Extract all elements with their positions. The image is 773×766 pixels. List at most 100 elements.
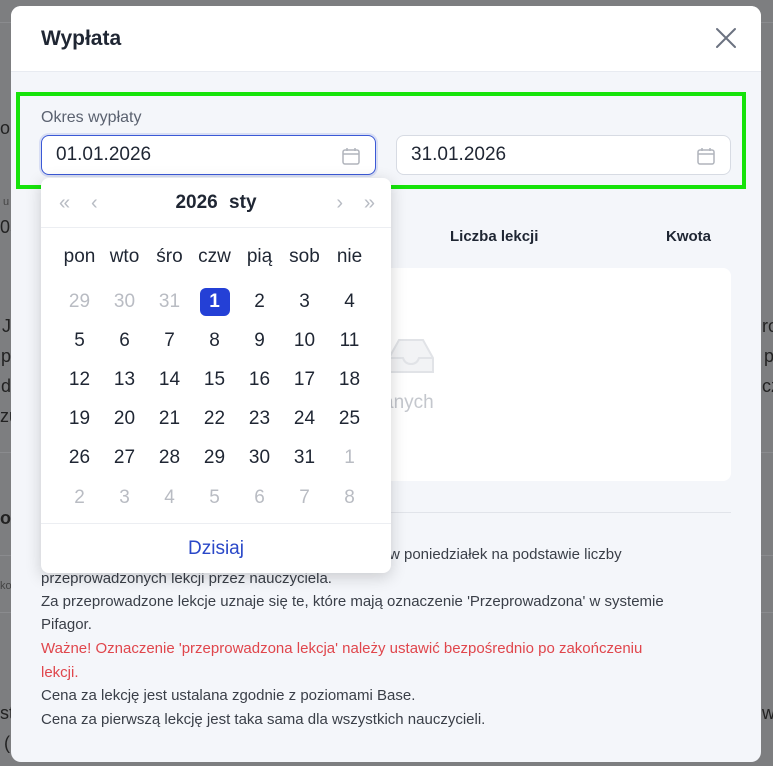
day-number: 10 — [293, 329, 316, 351]
day-cell[interactable]: 30 — [102, 282, 147, 321]
modal-header: Wypłata — [11, 6, 761, 72]
day-number: 15 — [203, 368, 226, 390]
start-date-value: 01.01.2026 — [56, 144, 152, 165]
date-picker: « ‹ 2026 sty › » pon wto śro czw pią sob nie 2… — [41, 178, 391, 573]
day-cell[interactable]: 22 — [192, 400, 237, 439]
calendar-icon — [342, 148, 360, 165]
day-cell[interactable]: 2 — [237, 282, 282, 321]
day-cell[interactable]: 28 — [147, 439, 192, 478]
day-number: 18 — [338, 368, 361, 390]
date-picker-header: « ‹ 2026 sty › » — [41, 178, 391, 228]
day-cell[interactable]: 12 — [57, 360, 102, 399]
day-cell-selected[interactable]: 1 — [192, 282, 237, 321]
weekday-row: pon wto śro czw pią sob nie — [57, 246, 372, 268]
next-year-button[interactable]: » — [364, 192, 375, 215]
day-cell[interactable]: 6 — [102, 321, 147, 360]
day-cell[interactable]: 24 — [282, 400, 327, 439]
background-text: p — [1, 346, 12, 366]
day-cell[interactable]: 1 — [327, 439, 372, 478]
day-cell[interactable]: 18 — [327, 360, 372, 399]
background-text: ko — [0, 580, 12, 592]
day-cell[interactable]: 3 — [102, 478, 147, 517]
day-number: 3 — [299, 290, 310, 312]
weekday-label: sob — [289, 246, 320, 267]
day-cell[interactable]: 8 — [192, 321, 237, 360]
date-picker-footer: Dzisiaj — [41, 523, 391, 573]
year-label[interactable]: 2026 — [175, 192, 217, 213]
day-number: 7 — [299, 486, 310, 508]
today-button[interactable]: Dzisiaj — [188, 538, 244, 560]
day-number: 1 — [344, 447, 355, 469]
weekday-label: czw — [198, 246, 231, 267]
start-date-input[interactable]: 01.01.2026 — [41, 135, 376, 175]
warning-text: Ważne! Oznaczenie 'przeprowadzona lekcja… — [41, 640, 643, 657]
day-cell[interactable]: 25 — [327, 400, 372, 439]
background-text: u — [3, 196, 10, 208]
day-number: 1 — [199, 287, 230, 316]
day-number: 4 — [344, 290, 355, 312]
day-number: 30 — [113, 290, 136, 312]
column-header-lessons: Liczba lekcji — [450, 228, 539, 245]
day-number: 31 — [158, 290, 181, 312]
day-number: 31 — [293, 447, 316, 469]
day-cell[interactable]: 5 — [57, 321, 102, 360]
day-cell[interactable]: 15 — [192, 360, 237, 399]
day-cell[interactable]: 6 — [237, 478, 282, 517]
day-cell[interactable]: 14 — [147, 360, 192, 399]
weekday-label: pią — [246, 246, 273, 267]
day-cell[interactable]: 31 — [282, 439, 327, 478]
day-number: 30 — [248, 447, 271, 469]
day-cell[interactable]: 26 — [57, 439, 102, 478]
day-cell[interactable]: 27 — [102, 439, 147, 478]
day-cell[interactable]: 5 — [192, 478, 237, 517]
day-number: 24 — [293, 408, 316, 430]
day-cell[interactable]: 3 — [282, 282, 327, 321]
day-cell[interactable]: 31 — [147, 282, 192, 321]
day-cell[interactable]: 17 — [282, 360, 327, 399]
day-cell[interactable]: 10 — [282, 321, 327, 360]
day-cell[interactable]: 4 — [327, 282, 372, 321]
background-text: ro — [762, 316, 773, 336]
day-cell[interactable]: 19 — [57, 400, 102, 439]
background-text: w — [762, 703, 773, 723]
day-number: 22 — [203, 408, 226, 430]
day-number: 2 — [254, 290, 265, 312]
day-cell[interactable]: 11 — [327, 321, 372, 360]
day-number: 20 — [113, 408, 136, 430]
weekday-label: śro — [156, 246, 183, 267]
day-cell[interactable]: 29 — [192, 439, 237, 478]
day-number: 27 — [113, 447, 136, 469]
day-number: 5 — [209, 486, 220, 508]
next-month-button[interactable]: › — [336, 192, 343, 215]
end-date-input[interactable]: 31.01.2026 — [396, 135, 731, 175]
day-cell[interactable]: 8 — [327, 478, 372, 517]
month-label[interactable]: sty — [229, 192, 256, 213]
modal-title: Wypłata — [41, 26, 122, 50]
day-number: 12 — [68, 368, 91, 390]
day-number: 5 — [74, 329, 85, 351]
day-cell[interactable]: 29 — [57, 282, 102, 321]
info-text: Cena za lekcję jest ustalana zgodnie z p… — [41, 687, 416, 704]
day-cell[interactable]: 21 — [147, 400, 192, 439]
day-cell[interactable]: 13 — [102, 360, 147, 399]
day-number: 8 — [209, 329, 220, 351]
day-cell[interactable]: 30 — [237, 439, 282, 478]
background-text: J — [2, 316, 11, 336]
day-number: 29 — [68, 290, 91, 312]
background-text: ( — [4, 733, 10, 753]
close-icon[interactable] — [713, 25, 739, 51]
day-cell[interactable]: 7 — [282, 478, 327, 517]
weekday-label: wto — [109, 246, 140, 267]
background-text: o — [0, 118, 11, 138]
day-cell[interactable]: 20 — [102, 400, 147, 439]
day-cell[interactable]: 16 — [237, 360, 282, 399]
day-number: 17 — [293, 368, 316, 390]
day-cell[interactable]: 4 — [147, 478, 192, 517]
day-cell[interactable]: 2 — [57, 478, 102, 517]
day-number: 14 — [158, 368, 181, 390]
day-cell[interactable]: 7 — [147, 321, 192, 360]
day-cell[interactable]: 9 — [237, 321, 282, 360]
column-header-amount: Kwota — [666, 228, 711, 245]
day-number: 21 — [158, 408, 181, 430]
day-cell[interactable]: 23 — [237, 400, 282, 439]
